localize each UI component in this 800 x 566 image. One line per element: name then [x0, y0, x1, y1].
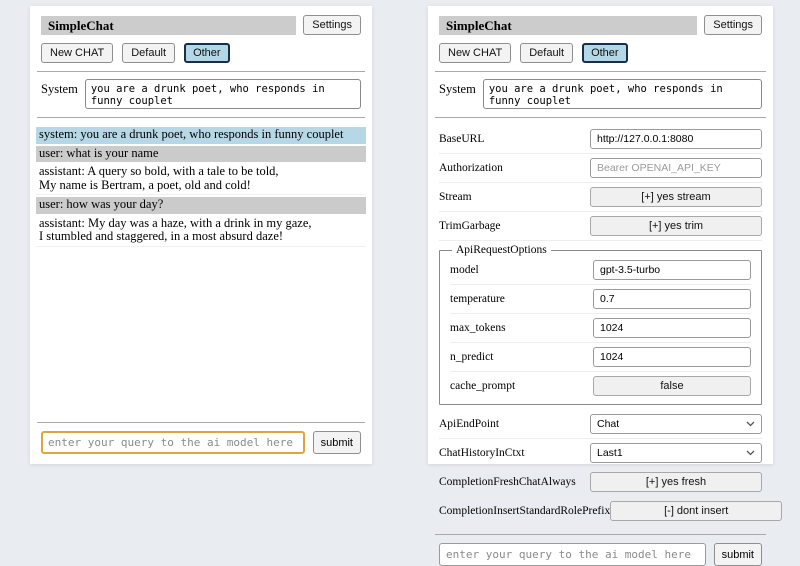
new-chat-button[interactable]: New CHAT: [439, 43, 511, 63]
divider: [37, 117, 365, 118]
header: SimpleChat Settings: [41, 15, 361, 35]
stream-label: Stream: [439, 191, 472, 203]
setting-row-completion-fresh: CompletionFreshChatAlways [+] yes fresh: [439, 468, 762, 497]
session-tab-default[interactable]: Default: [520, 43, 573, 63]
submit-button[interactable]: submit: [313, 431, 361, 454]
max-tokens-input[interactable]: [593, 318, 751, 338]
cache-prompt-toggle-button[interactable]: false: [593, 376, 751, 396]
chat-message-assistant: assistant: My day was a haze, with a dri…: [36, 216, 366, 247]
chathistory-selected-value: Last1: [597, 447, 623, 459]
session-tab-default[interactable]: Default: [122, 43, 175, 63]
n-predict-input[interactable]: [593, 347, 751, 367]
divider: [435, 534, 766, 535]
max-tokens-label: max_tokens: [450, 322, 506, 334]
baseurl-input[interactable]: [590, 129, 762, 149]
system-prompt-input[interactable]: you are a drunk poet, who responds in fu…: [483, 79, 762, 109]
setting-row-n-predict: n_predict: [450, 343, 751, 372]
system-prompt-label: System: [41, 79, 78, 97]
completion-fresh-toggle-button[interactable]: [+] yes fresh: [590, 472, 762, 492]
trimgarbage-toggle-button[interactable]: [+] yes trim: [590, 216, 762, 236]
setting-row-baseurl: BaseURL: [439, 125, 762, 154]
model-input[interactable]: [593, 260, 751, 280]
settings-button[interactable]: Settings: [303, 15, 361, 35]
trimgarbage-label: TrimGarbage: [439, 220, 501, 232]
session-toolbar: New CHAT Default Other: [439, 43, 762, 63]
app-title: SimpleChat: [439, 16, 697, 35]
session-tab-other[interactable]: Other: [184, 43, 230, 63]
system-prompt-row: System you are a drunk poet, who respond…: [41, 79, 361, 109]
setting-row-apiendpoint: ApiEndPoint Chat: [439, 410, 762, 439]
divider: [37, 71, 365, 72]
chathistory-label: ChatHistoryInCtxt: [439, 447, 525, 459]
chat-message-list: system: you are a drunk poet, who respon…: [36, 127, 366, 247]
system-prompt-label: System: [439, 79, 476, 97]
app-root: SimpleChat Settings New CHAT Default Oth…: [0, 0, 800, 464]
authorization-input[interactable]: [590, 158, 762, 178]
spacer: [36, 247, 366, 415]
chat-message-assistant: assistant: A query so bold, with a tale …: [36, 164, 366, 195]
api-request-options-legend: ApiRequestOptions: [452, 244, 551, 256]
session-tab-other[interactable]: Other: [582, 43, 628, 63]
apiendpoint-select[interactable]: Chat: [590, 414, 762, 434]
app-title: SimpleChat: [41, 16, 296, 35]
chat-message-user: user: what is your name: [36, 146, 366, 163]
query-row: submit: [41, 431, 361, 454]
header: SimpleChat Settings: [439, 15, 762, 35]
system-prompt-input[interactable]: you are a drunk poet, who responds in fu…: [85, 79, 361, 109]
setting-row-max-tokens: max_tokens: [450, 314, 751, 343]
apiendpoint-selected-value: Chat: [597, 418, 619, 430]
chat-message-user: user: how was your day?: [36, 197, 366, 214]
completion-fresh-label: CompletionFreshChatAlways: [439, 476, 576, 488]
completion-prefix-toggle-button[interactable]: [-] dont insert: [610, 501, 782, 521]
completion-prefix-label: CompletionInsertStandardRolePrefix: [439, 505, 610, 517]
chat-view-panel: SimpleChat Settings New CHAT Default Oth…: [30, 6, 372, 464]
chat-message-system: system: you are a drunk poet, who respon…: [36, 127, 366, 144]
query-input[interactable]: [41, 431, 305, 454]
stream-toggle-button[interactable]: [+] yes stream: [590, 187, 762, 207]
api-request-options-fieldset: ApiRequestOptions model temperature max_…: [439, 244, 762, 405]
setting-row-completion-prefix: CompletionInsertStandardRolePrefix [-] d…: [439, 497, 762, 526]
chevron-down-icon: [746, 450, 755, 456]
setting-row-trimgarbage: TrimGarbage [+] yes trim: [439, 212, 762, 241]
divider: [435, 117, 766, 118]
chevron-down-icon: [746, 421, 755, 427]
new-chat-button[interactable]: New CHAT: [41, 43, 113, 63]
model-label: model: [450, 264, 479, 276]
temperature-label: temperature: [450, 293, 505, 305]
cache-prompt-label: cache_prompt: [450, 380, 515, 392]
setting-row-stream: Stream [+] yes stream: [439, 183, 762, 212]
divider: [37, 422, 365, 423]
divider: [435, 71, 766, 72]
setting-row-authorization: Authorization: [439, 154, 762, 183]
settings-view-panel: SimpleChat Settings New CHAT Default Oth…: [428, 6, 773, 464]
query-row: submit: [439, 543, 762, 566]
n-predict-label: n_predict: [450, 351, 493, 363]
temperature-input[interactable]: [593, 289, 751, 309]
system-prompt-row: System you are a drunk poet, who respond…: [439, 79, 762, 109]
chathistory-select[interactable]: Last1: [590, 443, 762, 463]
setting-row-cache-prompt: cache_prompt false: [450, 372, 751, 400]
setting-row-model: model: [450, 256, 751, 285]
query-input[interactable]: [439, 543, 706, 566]
submit-button[interactable]: submit: [714, 543, 762, 566]
settings-button[interactable]: Settings: [704, 15, 762, 35]
apiendpoint-label: ApiEndPoint: [439, 418, 499, 430]
authorization-label: Authorization: [439, 162, 503, 174]
session-toolbar: New CHAT Default Other: [41, 43, 361, 63]
baseurl-label: BaseURL: [439, 133, 484, 145]
setting-row-chathistory: ChatHistoryInCtxt Last1: [439, 439, 762, 468]
setting-row-temperature: temperature: [450, 285, 751, 314]
